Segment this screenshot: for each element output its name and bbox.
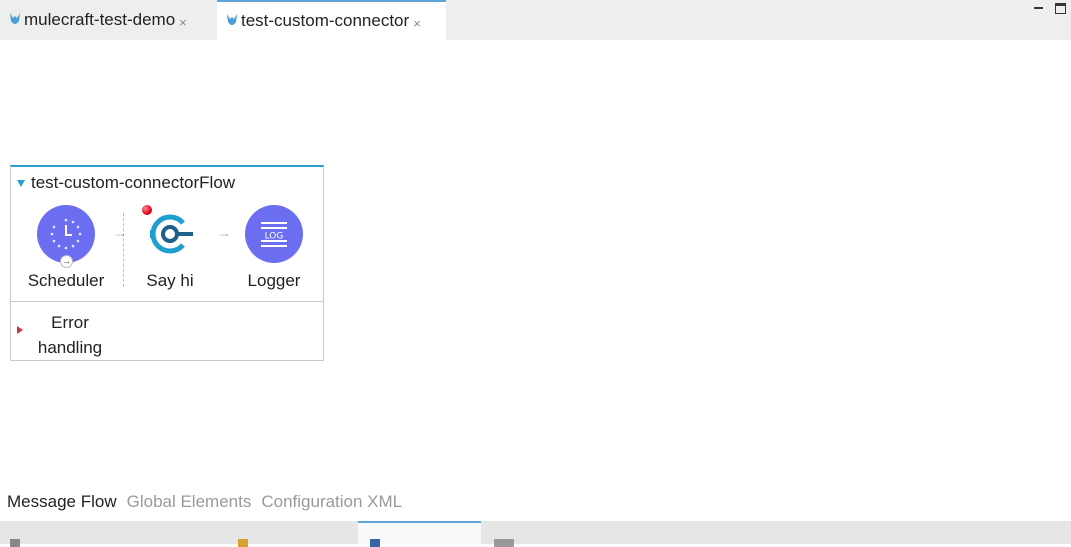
- scheduler-node[interactable]: → Scheduler: [20, 205, 112, 291]
- editor-view-tabs: Message Flow Global Elements Configurati…: [7, 492, 402, 512]
- log-icon: LOG: [245, 205, 303, 263]
- flow-container[interactable]: test-custom-connectorFlow → Scheduler Sa…: [10, 165, 324, 361]
- node-label: Scheduler: [27, 271, 105, 290]
- maximize-icon[interactable]: [1055, 3, 1066, 14]
- svg-text:LOG: LOG: [265, 232, 284, 242]
- tab-label: mulecraft-test-demo: [24, 10, 176, 29]
- error-section-divider: [11, 301, 323, 302]
- tab-global-elements[interactable]: Global Elements: [127, 492, 252, 512]
- close-icon[interactable]: ×: [179, 15, 187, 30]
- tab-test-custom-connector[interactable]: test-custom-connector ×: [217, 0, 446, 40]
- mule-icon: [227, 14, 237, 25]
- node-label: Logger: [247, 271, 301, 290]
- connector-icon: [141, 205, 199, 263]
- close-icon[interactable]: ×: [413, 16, 421, 31]
- error-handling-label: Error handling: [37, 313, 103, 357]
- say-hi-node[interactable]: Say hi: [124, 205, 216, 291]
- panel-tab-icon: [238, 539, 248, 547]
- mule-icon: [10, 13, 20, 24]
- tab-message-flow[interactable]: Message Flow: [7, 492, 117, 512]
- clock-icon: →: [37, 205, 95, 268]
- source-arrow-icon: →: [60, 255, 73, 268]
- panel-tab-icon: [494, 539, 514, 547]
- collapse-triangle-icon[interactable]: [17, 180, 25, 187]
- tab-mulecraft-test-demo[interactable]: mulecraft-test-demo ×: [8, 0, 187, 40]
- tab-label: test-custom-connector: [241, 11, 410, 30]
- flow-title: test-custom-connectorFlow: [31, 173, 236, 192]
- node-label: Say hi: [146, 271, 194, 290]
- error-handling-section[interactable]: Error handling: [17, 310, 105, 360]
- editor-tab-strip: mulecraft-test-demo × test-custom-connec…: [0, 0, 1071, 40]
- panel-tab-icon: [10, 539, 20, 547]
- minimize-icon[interactable]: [1033, 3, 1044, 14]
- tab-configuration-xml[interactable]: Configuration XML: [261, 492, 402, 512]
- expand-triangle-icon[interactable]: [17, 326, 23, 334]
- logger-node[interactable]: LOG Logger: [228, 205, 320, 291]
- panel-tab-icon: [370, 539, 380, 547]
- bottom-panel-tab-strip: [0, 521, 1071, 547]
- flow-header[interactable]: test-custom-connectorFlow: [17, 173, 235, 193]
